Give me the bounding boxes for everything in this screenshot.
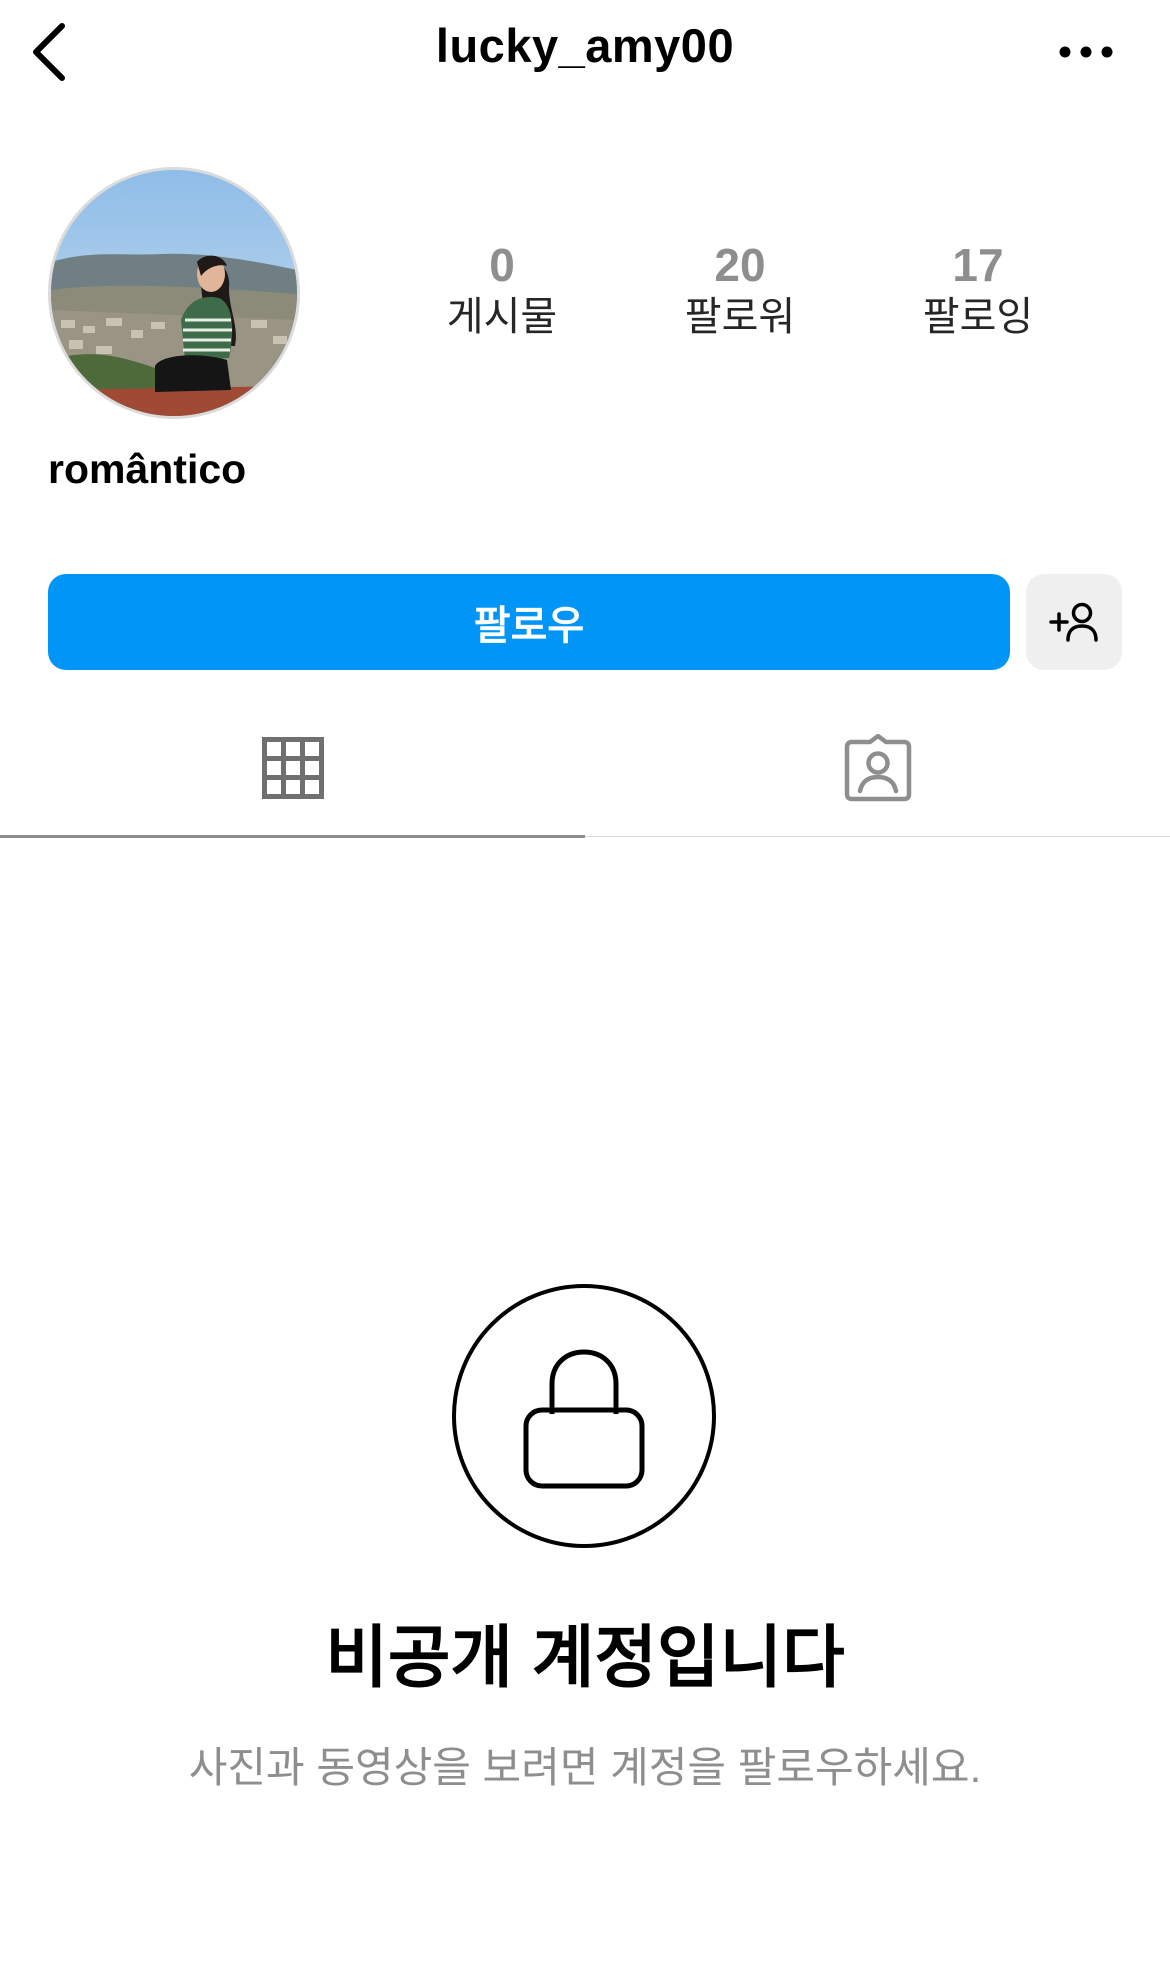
top-bar: lucky_amy00 [0,0,1170,110]
private-account-subtitle: 사진과 동영상을 보려면 계정을 팔로우하세요. [188,1744,982,1791]
grid-icon [261,737,324,799]
private-account-title: 비공개 계정입니다 [325,1620,845,1696]
tagged-person-icon [844,734,911,802]
add-person-icon [1049,602,1098,642]
avatar-photo [51,170,297,416]
tab-posts-grid[interactable] [0,700,585,836]
more-horizontal-icon [1059,46,1113,58]
follow-button[interactable]: 팔로우 [48,574,1010,670]
profile-username: lucky_amy00 [435,19,735,72]
following-label: 팔로잉 [922,295,1034,339]
tab-tagged[interactable] [585,700,1170,836]
private-lock-badge [452,1284,716,1548]
followers-label: 팔로워 [684,295,796,339]
more-options-button[interactable] [1048,22,1124,82]
posts-stat: 0 게시물 [412,238,592,342]
following-stat[interactable]: 17 팔로잉 [888,238,1068,342]
suggested-accounts-button[interactable] [1026,574,1122,670]
active-tab-indicator [0,835,585,838]
posts-label: 게시물 [446,295,558,339]
posts-count: 0 [489,239,515,291]
profile-page: lucky_amy00 0 게시물 20 팔로워 17 팔로잉 romântic… [0,0,1170,1970]
following-count: 17 [952,239,1004,291]
profile-tabs [0,700,1170,840]
display-name: romântico [48,446,247,492]
profile-avatar[interactable] [48,167,300,419]
followers-stat[interactable]: 20 팔로워 [650,238,830,342]
lock-icon [523,1349,645,1489]
followers-count: 20 [714,239,766,291]
